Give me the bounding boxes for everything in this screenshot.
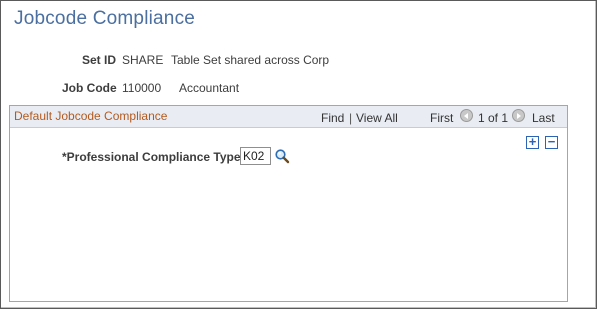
arrow-left-icon	[464, 113, 468, 119]
compliance-type-input[interactable]	[240, 147, 271, 165]
jobcode-value: 110000	[122, 81, 162, 95]
view-all-link[interactable]: View All	[356, 111, 398, 125]
setid-value: SHARE	[122, 53, 164, 67]
compliance-type-label: *Professional Compliance Type	[62, 150, 241, 164]
setid-label: Set ID	[82, 53, 117, 67]
find-link[interactable]: Find	[321, 111, 344, 125]
jobcode-label: Job Code	[62, 81, 117, 95]
add-row-button[interactable]: +	[526, 135, 539, 149]
delete-row-button[interactable]: −	[545, 135, 558, 149]
previous-row-button[interactable]	[460, 109, 473, 122]
next-row-button[interactable]	[512, 109, 525, 122]
first-label: First	[430, 111, 454, 125]
page-frame: Jobcode Compliance Set ID SHARE Table Se…	[0, 0, 597, 309]
last-label: Last	[532, 111, 555, 125]
magnifier-icon[interactable]	[274, 148, 290, 164]
nav-separator: |	[349, 111, 353, 125]
group-header: Default Jobcode Compliance Find | View A…	[10, 106, 567, 128]
row-counter: 1 of 1	[478, 111, 509, 125]
default-jobcode-compliance-group: Default Jobcode Compliance Find | View A…	[9, 105, 568, 302]
setid-description: Table Set shared across Corp	[171, 53, 330, 67]
page-title: Jobcode Compliance	[14, 8, 196, 29]
arrow-right-icon	[517, 113, 521, 119]
group-title: Default Jobcode Compliance	[14, 109, 168, 123]
jobcode-description: Accountant	[179, 81, 240, 95]
